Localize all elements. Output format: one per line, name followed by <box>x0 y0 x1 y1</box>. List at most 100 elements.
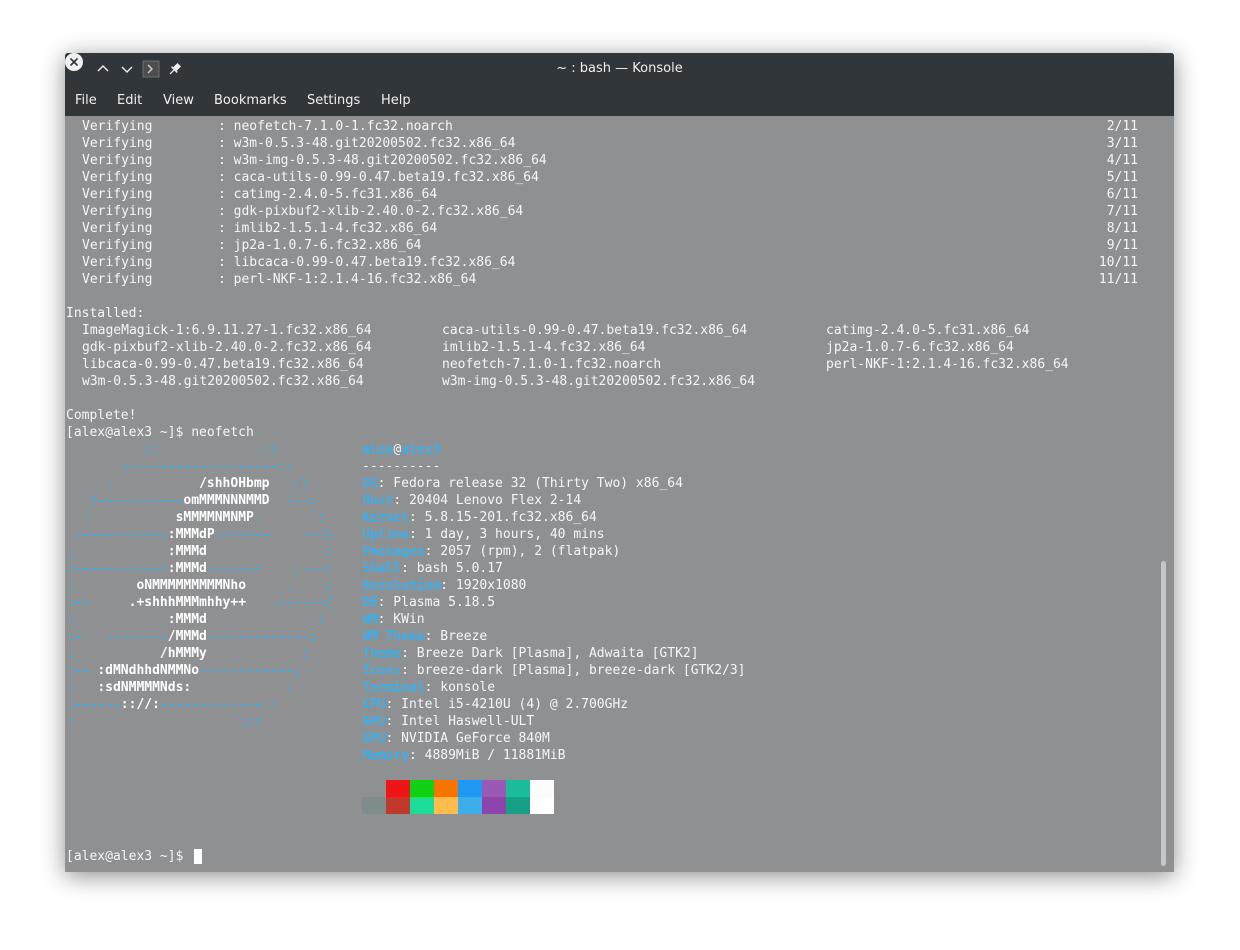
logo-glyph: /hMMMy <box>159 646 207 661</box>
info-key: Shell <box>362 561 402 576</box>
menu-settings[interactable]: Settings <box>307 85 360 116</box>
logo-fill: :--- <box>66 680 98 695</box>
verify-label: Verifying <box>82 170 153 185</box>
info-row: Theme: Breeze Dark [Plasma], Adwaita [GT… <box>362 645 699 662</box>
logo-fill: -------- ---: <box>206 544 333 559</box>
logo-glyph: :://: <box>120 697 160 712</box>
logo-glyph: /MMMd <box>167 629 207 644</box>
neofetch-logo-line: :-----------/shhOHbmp---:\ <box>66 475 309 492</box>
logo-fill: :- ------- <box>66 612 168 627</box>
verify-label: Verifying <box>82 255 153 270</box>
logo-fill: ---: <box>269 493 317 508</box>
logo-glyph: :dMNdhhdNMMNo <box>97 663 200 678</box>
menu-edit[interactable]: Edit <box>117 85 142 116</box>
verify-count: 6/11 <box>1106 187 1138 202</box>
user-host: alex@alex3 <box>362 441 440 458</box>
logo-glyph: omMMMNNNMMD <box>183 493 270 508</box>
info-value: : 2057 (rpm), 2 (flatpak) <box>424 544 621 559</box>
logo-fill: -------------:: <box>159 697 278 712</box>
info-row: Shell: bash 5.0.17 <box>362 560 503 577</box>
color-swatch <box>530 797 554 814</box>
logo-fill: ------------: <box>206 646 309 661</box>
logo-fill: :- ------ <box>66 646 160 661</box>
color-swatch <box>530 780 554 797</box>
info-value: : Plasma 5.18.5 <box>377 595 496 610</box>
scrollbar-thumb[interactable] <box>1161 561 1166 866</box>
color-swatch <box>434 797 458 814</box>
logo-fill: :---------------------:// <box>66 714 262 729</box>
color-swatch <box>482 780 506 797</box>
verify-count: 8/11 <box>1106 221 1138 236</box>
verify-package: : perl-NKF-1:2.1.4-16.fc32.x86_64 <box>218 272 477 287</box>
verify-count: 11/11 <box>1098 272 1138 287</box>
logo-fill: :-------------------:: <box>66 459 293 474</box>
color-swatch <box>458 797 482 814</box>
verify-package: : jp2a-1.0.7-6.fc32.x86_64 <box>218 238 422 253</box>
logo-fill: ------- .---: <box>206 561 333 576</box>
logo-fill: :------------ <box>66 561 168 576</box>
logo-glyph: /shhOHbmp <box>199 476 270 491</box>
info-key: WM <box>362 612 378 627</box>
info-row: Kernel: 5.8.15-201.fc32.x86_64 <box>362 509 597 526</box>
verify-count: 10/11 <box>1098 255 1138 270</box>
info-value: : 20404 Lenovo Flex 2-14 <box>393 493 582 508</box>
hostname: alex3 <box>401 442 441 457</box>
menu-view[interactable]: View <box>163 85 194 116</box>
info-value: : Breeze Dark [Plasma], Adwaita [GTK2] <box>401 646 699 661</box>
menu-file[interactable]: File <box>75 85 97 116</box>
neofetch-logo-line: :---:sdNMMMMNds:------------: <box>66 679 293 696</box>
info-row: Resolution: 1920x1080 <box>362 577 526 594</box>
info-value: : Breeze <box>424 629 488 644</box>
logo-fill: ---:\ <box>269 476 309 491</box>
logo-glyph: :MMMd <box>167 544 207 559</box>
logo-fill: . ---: <box>253 510 325 525</box>
terminal-output[interactable]: Verifying : neofetch-7.1.0-1.fc32.noarch 2… <box>65 116 1174 872</box>
info-separator: ---------- <box>362 459 441 474</box>
menu-bookmarks[interactable]: Bookmarks <box>214 85 287 116</box>
verify-package: : gdk-pixbuf2-xlib-2.40.0-2.fc32.x86_64 <box>218 204 524 219</box>
info-value: : NVIDIA GeForce 840M <box>385 731 550 746</box>
menu-help[interactable]: Help <box>381 85 411 116</box>
info-key: Resolution <box>362 578 441 593</box>
logo-glyph: sMMMMNMNMP <box>175 510 254 525</box>
info-row: GPU: Intel Haswell-ULT <box>362 713 534 730</box>
info-row: Uptime: 1 day, 3 hours, 40 mins <box>362 526 605 543</box>
info-value: : konsole <box>424 680 496 695</box>
title-bar[interactable]: ~ : bash — Konsole <box>65 53 1174 85</box>
verify-label: Verifying <box>82 187 153 202</box>
verify-package: : libcaca-0.99-0.47.beta19.fc32.x86_64 <box>218 255 516 270</box>
installed-package: catimg-2.4.0-5.fc31.x86_64 <box>826 323 1030 338</box>
verify-package: : neofetch-7.1.0-1.fc32.noarch <box>218 119 453 134</box>
info-row: Icons: breeze-dark [Plasma], breeze-dark… <box>362 662 746 679</box>
logo-fill: :-- <box>66 595 129 610</box>
info-key: GPU <box>362 714 386 729</box>
info-key: Kernel <box>362 510 409 525</box>
verify-label: Verifying <box>82 272 153 287</box>
info-row: Packages: 2057 (rpm), 2 (flatpak) <box>362 543 620 560</box>
info-key: Theme <box>362 646 402 661</box>
info-value: : Intel Haswell-ULT <box>385 714 535 729</box>
color-swatch <box>458 780 482 797</box>
neofetch-logo-line: /-----------omMMMNNNMMD ---: <box>66 492 316 509</box>
neofetch-logo-line: :-----------sMMMMNMNMP. ---: <box>66 509 325 526</box>
prompt-line: [alex@alex3 ~]$ <box>66 849 192 864</box>
info-value: : bash 5.0.17 <box>401 561 503 576</box>
logo-fill: /----------- <box>66 493 184 508</box>
logo-fill: /:-------------:\ <box>66 442 278 457</box>
info-key: Memory <box>362 748 409 763</box>
neofetch-logo-line: :-----------:MMMdP------- ---\ <box>66 526 332 543</box>
neofetch-logo-line: :---------------------:// <box>66 713 262 730</box>
neofetch-logo-line: :-- :dMNdhhdNMMNo------------; <box>66 662 301 679</box>
info-row: WM: KWin <box>362 611 425 628</box>
info-row: OS: Fedora release 32 (Thirty Two) x86_6… <box>362 475 683 492</box>
verify-count: 2/11 <box>1106 119 1138 134</box>
info-key: WM Theme <box>362 629 425 644</box>
verify-package: : caca-utils-0.99-0.47.beta19.fc32.x86_6… <box>218 170 539 185</box>
info-key: Uptime <box>362 527 409 542</box>
logo-fill: :----------- <box>66 510 176 525</box>
logo-fill: ------- ---\ <box>214 527 333 542</box>
logo-glyph: :MMMd <box>167 612 207 627</box>
info-value: : KWin <box>377 612 425 627</box>
neofetch-logo-line: :- --------/MMMd-------------; <box>66 628 316 645</box>
logo-fill: :---- <box>66 578 137 593</box>
